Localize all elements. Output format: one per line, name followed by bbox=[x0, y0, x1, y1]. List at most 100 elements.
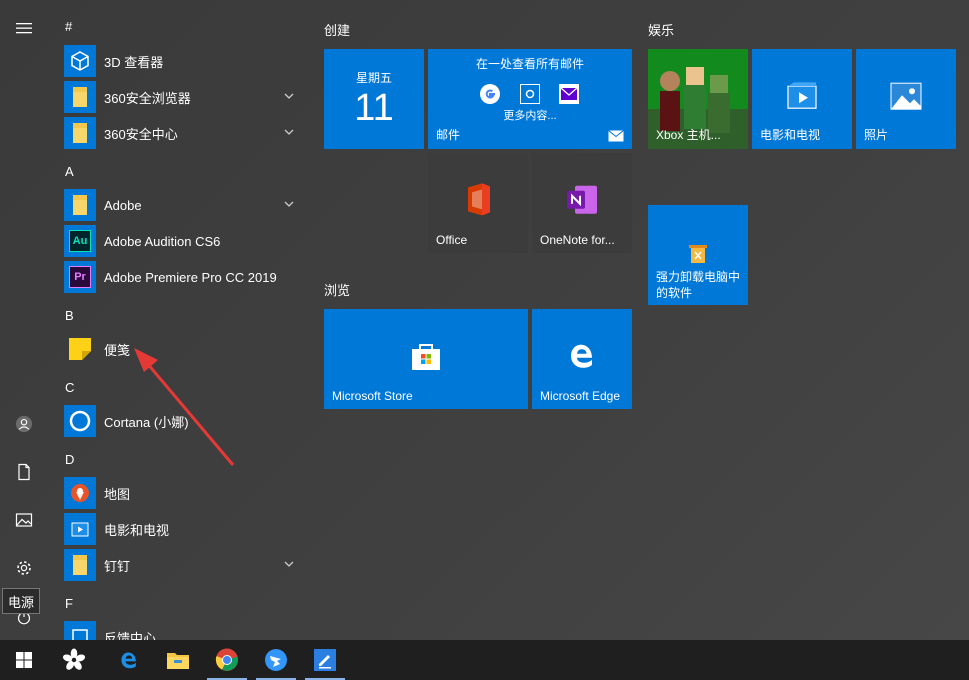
calendar-day: 星期五 bbox=[355, 71, 392, 85]
map-pin-icon bbox=[64, 477, 96, 509]
app-label: 360安全浏览器 bbox=[104, 90, 191, 106]
app-label: 360安全中心 bbox=[104, 126, 178, 142]
folder-icon bbox=[64, 117, 96, 149]
group-header-hash[interactable]: # bbox=[65, 11, 72, 41]
mail-more: 更多内容... bbox=[503, 110, 557, 122]
premiere-glyph: Pr bbox=[69, 266, 91, 288]
chevron-down-icon[interactable] bbox=[282, 89, 296, 103]
task-view-button[interactable] bbox=[50, 640, 98, 680]
file-explorer-icon bbox=[167, 653, 189, 669]
edge-icon bbox=[571, 344, 592, 368]
office-icon bbox=[468, 183, 490, 216]
mail-header: 在一处查看所有邮件 bbox=[475, 57, 584, 71]
app-adobe-premiere[interactable]: Pr Adobe Premiere Pro CC 2019 bbox=[64, 259, 304, 295]
taskbar-dingtalk-button[interactable] bbox=[252, 640, 300, 680]
app-movies-tv[interactable]: 电影和电视 bbox=[64, 511, 304, 547]
app-adobe-audition[interactable]: Au Adobe Audition CS6 bbox=[64, 223, 304, 259]
tile-label: Xbox 主机... bbox=[656, 128, 721, 142]
pictures-button[interactable] bbox=[0, 500, 48, 540]
taskbar-notes-button[interactable] bbox=[301, 640, 349, 680]
app-adobe[interactable]: Adobe bbox=[64, 187, 304, 223]
app-label: 便笺 bbox=[104, 342, 131, 358]
app-list[interactable]: # 3D 查看器 360安全浏览器 360安全中心 A Adobe Au Ado… bbox=[48, 0, 308, 640]
settings-button[interactable] bbox=[0, 548, 48, 588]
google-icon bbox=[480, 84, 500, 104]
app-label: Cortana (小娜) bbox=[104, 414, 189, 430]
app-label: 3D 查看器 bbox=[104, 54, 164, 70]
app-maps[interactable]: 地图 bbox=[64, 475, 304, 511]
tile-movies-tv[interactable]: 电影和电视 bbox=[752, 49, 852, 149]
notes-app-icon bbox=[314, 649, 336, 671]
app-3d-viewer[interactable]: 3D 查看器 bbox=[64, 43, 304, 79]
app-label: 地图 bbox=[104, 486, 131, 502]
folder-icon bbox=[64, 549, 96, 581]
app-label: 电影和电视 bbox=[104, 522, 170, 538]
tile-label: 强力卸载电脑中的软件 bbox=[656, 270, 741, 300]
tile-mail[interactable]: 在一处查看所有邮件 更多内容... 邮件 bbox=[428, 49, 632, 149]
documents-button[interactable] bbox=[0, 452, 48, 492]
app-sticky-notes[interactable]: 便笺 bbox=[64, 331, 304, 367]
chevron-down-icon[interactable] bbox=[282, 125, 296, 139]
calendar-date: 11 bbox=[354, 87, 394, 129]
chrome-icon bbox=[215, 648, 238, 671]
folder-icon bbox=[64, 189, 96, 221]
audition-glyph: Au bbox=[69, 230, 91, 252]
cube-icon bbox=[64, 45, 96, 77]
taskbar-chrome-button[interactable] bbox=[203, 640, 251, 680]
app-dingtalk[interactable]: 钉钉 bbox=[64, 547, 304, 583]
app-label: 反馈中心 bbox=[104, 630, 157, 641]
tile-calendar[interactable]: 星期五 11 bbox=[324, 49, 424, 149]
account-button[interactable] bbox=[0, 404, 48, 444]
section-title-create[interactable]: 创建 bbox=[324, 20, 350, 39]
store-bag-icon bbox=[412, 344, 440, 370]
app-feedback-hub[interactable]: 反馈中心 bbox=[64, 619, 304, 640]
user-avatar-icon bbox=[15, 415, 33, 433]
tile-label: Office bbox=[436, 233, 468, 247]
start-button[interactable] bbox=[0, 640, 48, 680]
onenote-icon bbox=[567, 185, 597, 214]
tile-xbox[interactable]: Xbox 主机... bbox=[648, 49, 748, 149]
app-360-security[interactable]: 360安全中心 bbox=[64, 115, 304, 151]
group-header-b[interactable]: B bbox=[65, 300, 74, 330]
audition-icon: Au bbox=[64, 225, 96, 257]
app-label: Adobe bbox=[104, 197, 142, 213]
chevron-down-icon[interactable] bbox=[282, 557, 296, 571]
power-tooltip: 电源 bbox=[2, 588, 40, 614]
folder-icon bbox=[64, 81, 96, 113]
app-label: 钉钉 bbox=[104, 558, 131, 574]
app-label: Adobe Premiere Pro CC 2019 bbox=[104, 269, 277, 285]
tile-label: OneNote for... bbox=[540, 233, 615, 247]
feedback-icon bbox=[64, 621, 96, 640]
section-title-browse[interactable]: 浏览 bbox=[324, 280, 350, 299]
group-header-d[interactable]: D bbox=[65, 444, 74, 474]
start-rail: 电源 bbox=[0, 0, 48, 640]
task-view-icon bbox=[62, 648, 86, 670]
dingtalk-icon bbox=[265, 649, 287, 671]
app-label: Adobe Audition CS6 bbox=[104, 233, 221, 249]
tile-uninstall[interactable]: 强力卸载电脑中的软件 bbox=[648, 205, 748, 305]
taskbar-file-explorer-button[interactable] bbox=[154, 640, 202, 680]
edge-icon bbox=[121, 652, 136, 669]
gear-icon bbox=[17, 561, 31, 575]
tile-microsoft-edge[interactable]: Microsoft Edge bbox=[532, 309, 632, 409]
taskbar bbox=[0, 640, 969, 680]
tile-label: Microsoft Edge bbox=[540, 389, 621, 403]
group-header-a[interactable]: A bbox=[65, 156, 74, 186]
envelope-icon bbox=[608, 130, 624, 142]
outlook-icon bbox=[520, 84, 540, 104]
app-360-browser[interactable]: 360安全浏览器 bbox=[64, 79, 304, 115]
app-cortana[interactable]: Cortana (小娜) bbox=[64, 403, 304, 439]
tile-onenote[interactable]: OneNote for... bbox=[532, 153, 632, 253]
picture-icon bbox=[15, 513, 33, 527]
section-title-entertainment[interactable]: 娱乐 bbox=[648, 20, 674, 39]
chevron-down-icon[interactable] bbox=[282, 197, 296, 211]
yahoo-mail-icon bbox=[559, 84, 579, 104]
group-header-c[interactable]: C bbox=[65, 372, 74, 402]
group-header-f[interactable]: F bbox=[65, 588, 73, 618]
tile-office[interactable]: Office bbox=[428, 153, 528, 253]
tile-photos[interactable]: 照片 bbox=[856, 49, 956, 149]
tile-label: 照片 bbox=[864, 128, 889, 142]
tile-microsoft-store[interactable]: Microsoft Store bbox=[324, 309, 528, 409]
taskbar-edge-button[interactable] bbox=[105, 640, 153, 680]
hamburger-menu-button[interactable] bbox=[0, 8, 48, 48]
